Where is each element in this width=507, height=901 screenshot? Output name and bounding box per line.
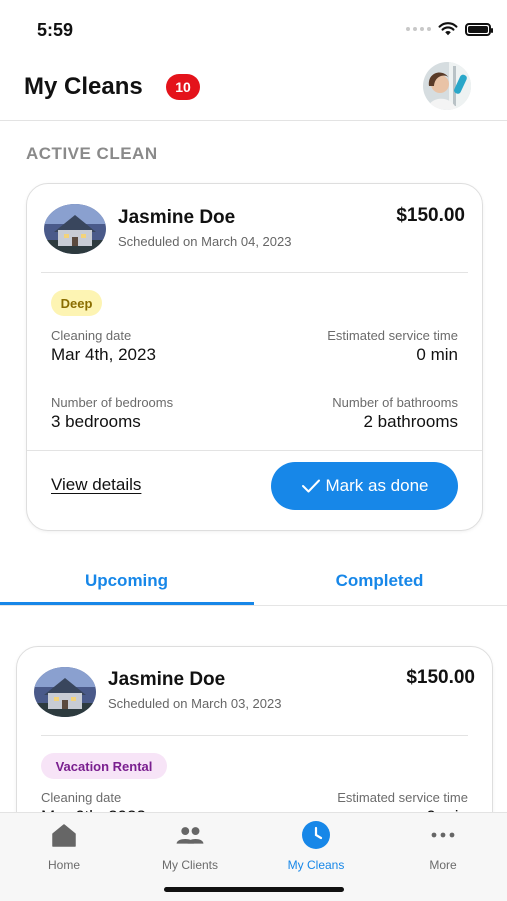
nav-more-label: More (429, 858, 457, 872)
clean-type-tag: Vacation Rental (41, 753, 167, 779)
bedrooms-value: 3 bedrooms (51, 412, 141, 431)
price: $150.00 (396, 205, 465, 226)
nav-my-clients-label: My Clients (161, 858, 218, 872)
mark-as-done-button[interactable]: Mark as done (271, 462, 458, 510)
card-divider (41, 735, 468, 736)
bathrooms-value: 2 bathrooms (363, 412, 459, 431)
tab-upcoming-label: Upcoming (84, 570, 169, 590)
service-time-label: Estimated service time (327, 328, 458, 343)
cleaning-date-value: Mar 4th, 2023 (51, 345, 156, 364)
active-tab-indicator (0, 602, 254, 605)
bottom-nav: Home My Clients My Cleans More (0, 812, 507, 901)
cleans-count-badge: 10 (166, 74, 200, 100)
active-clean-heading: ACTIVE CLEAN (26, 144, 158, 163)
nav-my-clients[interactable]: My Clients (127, 821, 253, 879)
cleaning-date-label: Cleaning date (51, 328, 132, 343)
nav-home-label: Home (47, 858, 80, 872)
clean-type-tag: Deep (51, 290, 102, 316)
people-icon (175, 821, 205, 849)
bedrooms-label: Number of bedrooms (51, 395, 174, 410)
status-time: 5:59 (37, 20, 74, 40)
scheduled-date: Scheduled on March 03, 2023 (108, 696, 282, 711)
tab-upcoming[interactable]: Upcoming (0, 556, 253, 605)
client-name: Jasmine Doe (108, 669, 226, 690)
service-time-value: 0 min (416, 345, 458, 364)
service-time-label: Estimated service time (337, 790, 468, 805)
app-header: My Cleans 10 (0, 56, 507, 121)
active-clean-card[interactable]: Jasmine Doe Scheduled on March 04, 2023 … (26, 183, 483, 531)
tab-completed[interactable]: Completed (253, 556, 506, 605)
client-name: Jasmine Doe (118, 207, 236, 228)
clock-icon (301, 821, 331, 849)
status-icons (406, 22, 493, 36)
home-icon (49, 821, 79, 849)
cleaning-date-label: Cleaning date (41, 790, 122, 805)
wifi-icon (438, 22, 458, 36)
check-icon (301, 479, 320, 493)
house-thumbnail (34, 667, 96, 717)
signal-icon (406, 27, 431, 31)
home-indicator (164, 887, 344, 892)
more-icon (428, 821, 458, 849)
house-thumbnail (44, 204, 106, 254)
status-bar: 5:59 (0, 0, 507, 56)
view-details-link[interactable]: View details (51, 475, 141, 495)
scheduled-date: Scheduled on March 04, 2023 (118, 234, 292, 249)
page-title: My Cleans (24, 73, 143, 100)
cleans-tabs: Upcoming Completed (0, 556, 507, 606)
bathrooms-label: Number of bathrooms (332, 395, 458, 410)
tab-completed-label: Completed (335, 570, 424, 590)
card-footer-divider (27, 450, 482, 451)
card-divider (41, 272, 468, 273)
battery-icon (465, 22, 493, 36)
nav-my-cleans-label: My Cleans (287, 858, 345, 872)
nav-home[interactable]: Home (1, 821, 127, 879)
profile-avatar[interactable] (423, 62, 471, 110)
price: $150.00 (406, 667, 475, 688)
nav-more[interactable]: More (380, 821, 506, 879)
nav-my-cleans[interactable]: My Cleans (253, 821, 379, 879)
mark-as-done-label: Mark as done (325, 476, 429, 495)
